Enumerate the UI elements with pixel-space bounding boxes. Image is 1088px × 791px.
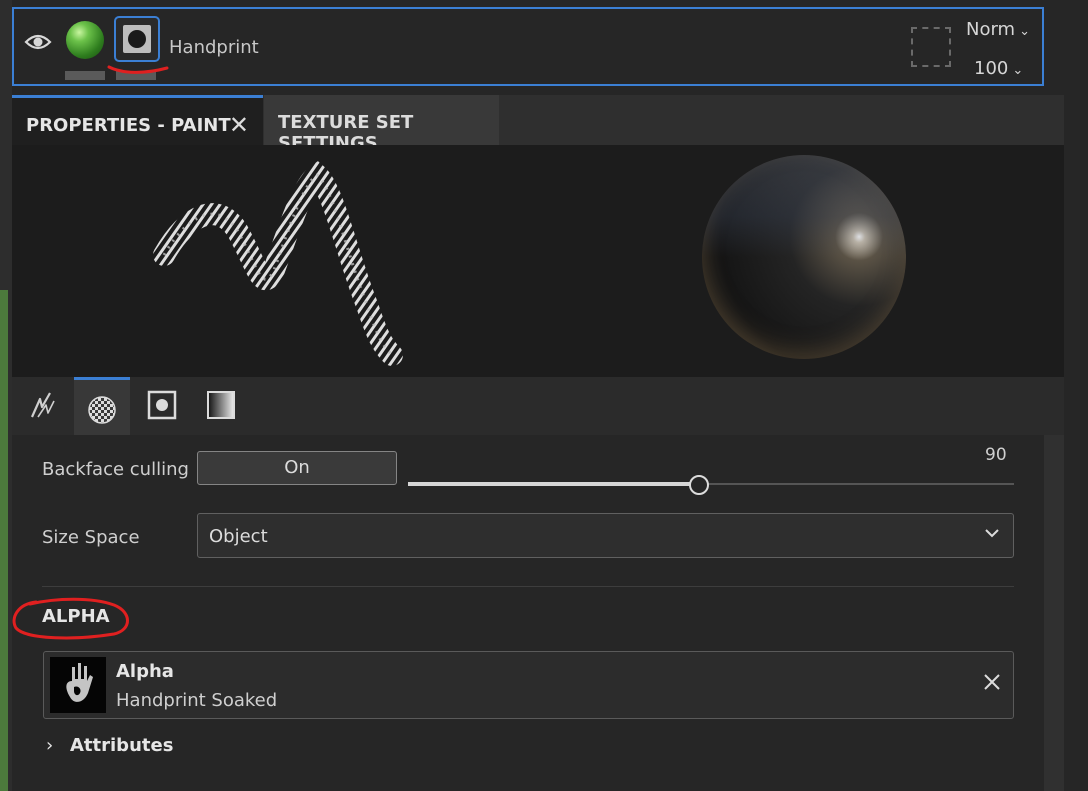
alpha-section-title: ALPHA [42, 606, 110, 627]
alpha-card-value: Handprint Soaked [116, 690, 278, 711]
close-icon[interactable]: ✕ [229, 111, 249, 139]
stroke-preview [153, 161, 403, 366]
blend-mode-value: Norm [966, 19, 1016, 40]
chevron-right-icon: › [46, 735, 54, 756]
alpha-resource-card[interactable]: Alpha Handprint Soaked [43, 651, 1014, 719]
material-ball-icon[interactable] [66, 21, 104, 59]
tool-tab-alpha[interactable] [134, 377, 190, 435]
angle-value: 90 [985, 445, 1007, 465]
close-icon[interactable] [981, 671, 1003, 693]
layer-row[interactable]: Handprint Norm ⌄ 100 ⌄ [12, 7, 1044, 86]
tool-tab-gradient[interactable] [194, 377, 250, 435]
settings-panel: Backface culling On 90 Size Space Object… [12, 435, 1044, 791]
opacity-dropdown[interactable]: 100 ⌄ [974, 58, 1023, 79]
chevron-down-icon [985, 529, 999, 538]
angle-slider-thumb[interactable] [689, 475, 709, 495]
layer-name[interactable]: Handprint [169, 37, 259, 58]
mask-button[interactable] [114, 16, 160, 62]
eye-icon[interactable] [24, 31, 52, 53]
mask-icon [123, 25, 151, 53]
size-space-label: Size Space [42, 527, 140, 548]
brush-preview [12, 145, 1064, 377]
tool-tab-material[interactable] [74, 377, 130, 435]
alpha-card-title: Alpha [116, 661, 174, 682]
viewport-edge [0, 290, 8, 791]
tab-texture-set-settings[interactable]: TEXTURE SET SETTINGS [264, 95, 499, 154]
backface-culling-toggle[interactable]: On [197, 451, 397, 485]
attributes-label: Attributes [70, 735, 174, 756]
chevron-down-icon: ⌄ [1012, 63, 1024, 78]
angle-slider-fill [408, 482, 699, 486]
gradient-tool-icon [207, 391, 235, 419]
settings-scrollbar[interactable] [1044, 435, 1064, 791]
size-space-dropdown[interactable]: Object [197, 513, 1014, 558]
checker-tool-icon [88, 396, 116, 424]
backface-culling-label: Backface culling [42, 459, 189, 480]
chevron-down-icon: ⌄ [1019, 24, 1031, 39]
panel-tabs: PROPERTIES - PAINT ✕ TEXTURE SET SETTING… [12, 95, 1064, 154]
right-edge [1064, 95, 1088, 791]
left-strip [0, 0, 12, 791]
attributes-expander[interactable]: › Attributes [46, 735, 173, 756]
tab-properties-paint[interactable]: PROPERTIES - PAINT ✕ [12, 95, 263, 145]
tool-tabs [12, 377, 1064, 435]
material-indicator-bar [65, 71, 105, 80]
tool-tab-brush[interactable] [14, 377, 70, 435]
opacity-value: 100 [974, 58, 1009, 79]
blend-mask-placeholder[interactable] [911, 27, 951, 67]
mask-indicator-bar [116, 71, 156, 80]
brush-tool-icon [30, 392, 55, 418]
size-space-value: Object [209, 526, 268, 547]
alpha-thumbnail [50, 657, 106, 713]
section-divider [42, 586, 1014, 587]
alpha-tool-icon [147, 390, 177, 420]
blend-mode-dropdown[interactable]: Norm ⌄ [966, 19, 1030, 40]
tab-properties-label: PROPERTIES - PAINT [26, 115, 231, 136]
